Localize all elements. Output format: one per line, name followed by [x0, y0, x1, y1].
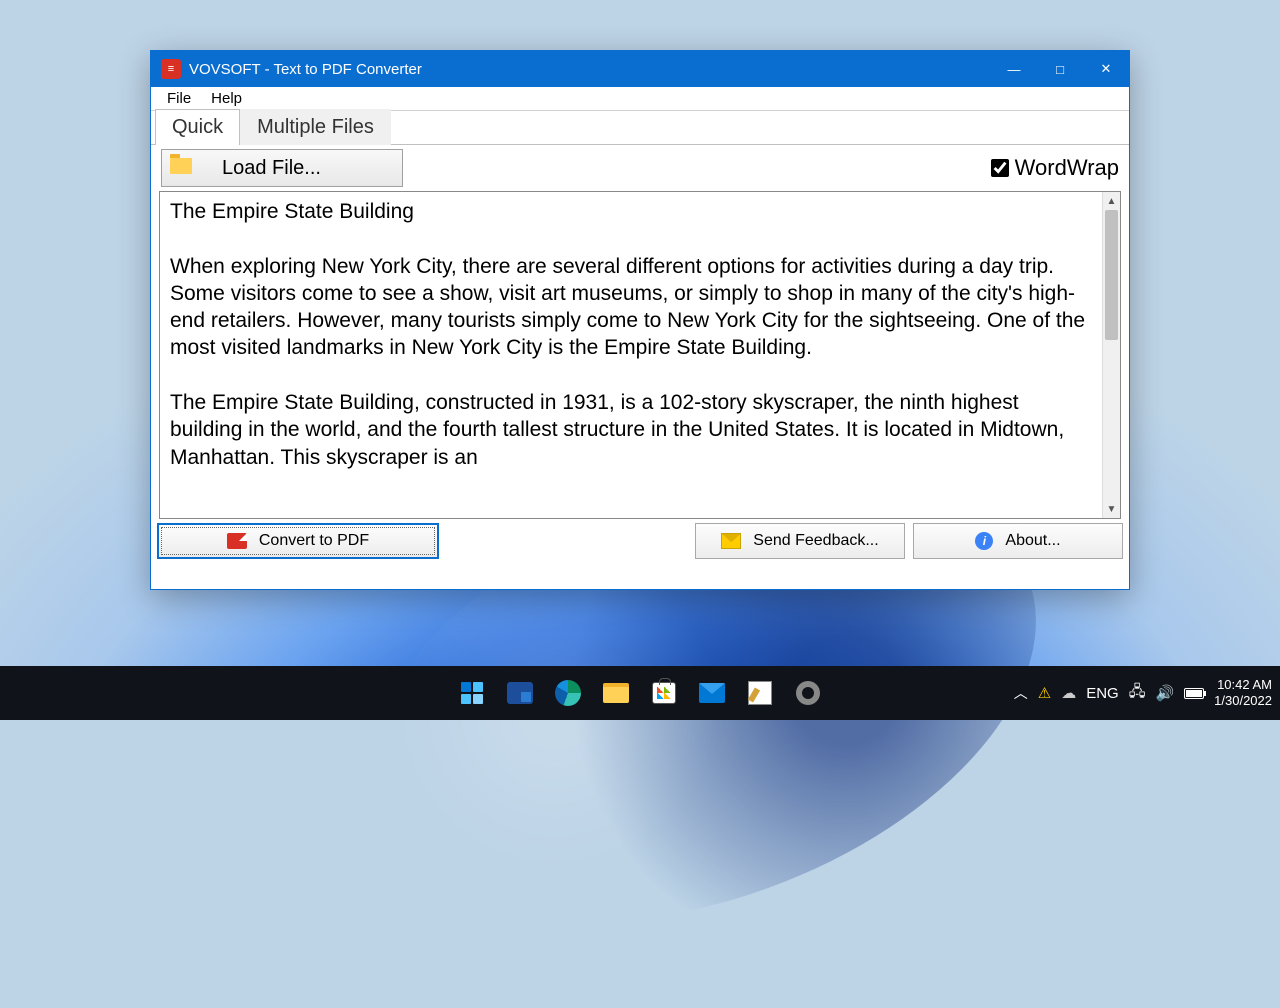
- titlebar[interactable]: ≡ VOVSOFT - Text to PDF Converter — □ ✕: [151, 51, 1129, 87]
- windows-logo-icon: [461, 682, 483, 704]
- volume-icon[interactable]: 🔊: [1155, 684, 1174, 702]
- taskbar-edge[interactable]: [550, 675, 586, 711]
- text-editor: The Empire State Building When exploring…: [159, 191, 1121, 519]
- taskbar-settings[interactable]: [790, 675, 826, 711]
- wordwrap-checkbox[interactable]: [991, 159, 1009, 177]
- taskbar-center: [454, 675, 826, 711]
- taskbar: ︿ ⚠ ☁ ENG 🖧 🔊 10:42 AM 1/30/2022: [0, 666, 1280, 720]
- battery-icon[interactable]: [1184, 688, 1204, 699]
- text-content[interactable]: The Empire State Building When exploring…: [160, 192, 1102, 518]
- tab-quick[interactable]: Quick: [155, 109, 240, 145]
- bottom-button-bar: Convert to PDF Send Feedback... i About.…: [151, 519, 1129, 563]
- clock-date: 1/30/2022: [1214, 693, 1272, 709]
- taskbar-file-explorer[interactable]: [598, 675, 634, 711]
- start-button[interactable]: [454, 675, 490, 711]
- menu-file[interactable]: File: [157, 88, 201, 109]
- wordwrap-toggle[interactable]: WordWrap: [991, 155, 1119, 181]
- taskbar-paint[interactable]: [742, 675, 778, 711]
- clock-time: 10:42 AM: [1214, 677, 1272, 693]
- window-title: VOVSOFT - Text to PDF Converter: [189, 61, 991, 78]
- language-indicator[interactable]: ENG: [1086, 685, 1119, 702]
- maximize-button[interactable]: □: [1037, 51, 1083, 87]
- taskbar-widgets[interactable]: [502, 675, 538, 711]
- system-tray: ︿ ⚠ ☁ ENG 🖧 🔊 10:42 AM 1/30/2022: [1014, 677, 1272, 708]
- menu-help[interactable]: Help: [201, 88, 252, 109]
- widgets-icon: [507, 682, 533, 704]
- minimize-button[interactable]: —: [991, 51, 1037, 87]
- load-file-button[interactable]: Load File...: [161, 149, 403, 187]
- folder-icon: [603, 683, 629, 703]
- security-icon[interactable]: ⚠: [1038, 684, 1051, 702]
- edge-icon: [555, 680, 581, 706]
- mail-icon: [699, 683, 725, 703]
- taskbar-clock[interactable]: 10:42 AM 1/30/2022: [1214, 677, 1272, 708]
- send-feedback-button[interactable]: Send Feedback...: [695, 523, 905, 559]
- close-button[interactable]: ✕: [1083, 51, 1129, 87]
- vertical-scrollbar[interactable]: ▲ ▼: [1102, 192, 1120, 518]
- toolbar: Load File... WordWrap: [151, 145, 1129, 191]
- tab-multiple-files[interactable]: Multiple Files: [240, 109, 391, 145]
- about-button[interactable]: i About...: [913, 523, 1123, 559]
- gear-icon: [796, 681, 820, 705]
- scroll-thumb[interactable]: [1105, 210, 1118, 340]
- scroll-up-arrow[interactable]: ▲: [1103, 192, 1120, 210]
- feedback-label: Send Feedback...: [753, 532, 878, 550]
- pdf-icon: [227, 533, 247, 549]
- app-window: ≡ VOVSOFT - Text to PDF Converter — □ ✕ …: [150, 50, 1130, 590]
- convert-to-pdf-button[interactable]: Convert to PDF: [157, 523, 439, 559]
- scroll-down-arrow[interactable]: ▼: [1103, 500, 1120, 518]
- app-icon: ≡: [161, 59, 181, 79]
- wordwrap-label: WordWrap: [1015, 155, 1119, 181]
- network-icon[interactable]: 🖧: [1129, 681, 1146, 706]
- taskbar-mail[interactable]: [694, 675, 730, 711]
- paint-icon: [748, 681, 772, 705]
- convert-label: Convert to PDF: [259, 532, 369, 550]
- load-file-label: Load File...: [222, 157, 321, 180]
- menubar: File Help: [151, 87, 1129, 111]
- tab-bar: Quick Multiple Files: [151, 111, 1129, 145]
- microsoft-store-icon: [652, 682, 676, 704]
- envelope-icon: [721, 533, 741, 549]
- tray-overflow-button[interactable]: ︿: [1014, 683, 1028, 703]
- about-label: About...: [1005, 532, 1060, 550]
- folder-open-icon: [170, 157, 192, 180]
- taskbar-store[interactable]: [646, 675, 682, 711]
- onedrive-icon[interactable]: ☁: [1061, 684, 1076, 702]
- info-icon: i: [975, 532, 993, 550]
